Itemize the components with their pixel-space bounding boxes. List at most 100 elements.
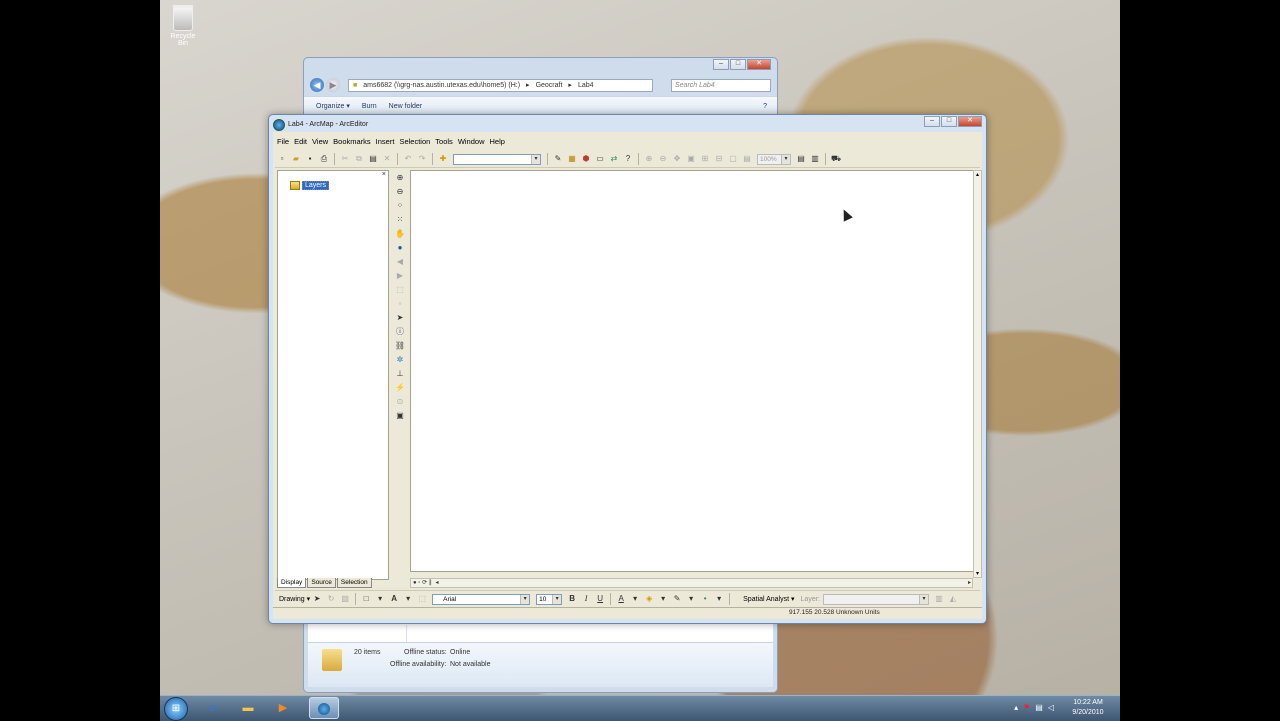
back-extent-icon[interactable]: ◀ <box>395 257 406 268</box>
map-scale-combo[interactable]: ▾ <box>453 153 541 165</box>
chevron-down-icon[interactable]: ▾ <box>375 594 385 604</box>
clear-selection-icon[interactable]: ▫ <box>395 299 406 310</box>
media-player-icon[interactable]: ▶ <box>268 697 298 719</box>
recycle-bin[interactable]: Recycle Bin <box>165 5 201 47</box>
font-color-icon[interactable]: A <box>616 594 626 604</box>
back-button[interactable]: ◀ <box>310 78 324 92</box>
undo-icon[interactable]: ↶ <box>403 154 413 164</box>
cut-icon[interactable]: ✂ <box>340 154 350 164</box>
chevron-down-icon[interactable]: ▾ <box>403 594 413 604</box>
menu-view[interactable]: View <box>312 137 328 146</box>
rotate-icon[interactable]: ↻ <box>326 594 336 604</box>
text-icon[interactable]: A <box>389 594 399 604</box>
layout-pan-icon[interactable]: ✥ <box>672 154 682 164</box>
menu-insert[interactable]: Insert <box>376 137 395 146</box>
data-view-icon[interactable]: ● <box>413 580 417 586</box>
close-button[interactable]: ✕ <box>958 116 982 127</box>
zoom-100-icon[interactable]: ▤ <box>742 154 752 164</box>
chevron-down-icon[interactable]: ▾ <box>714 594 724 604</box>
zoom-whole-page-icon[interactable]: ▢ <box>728 154 738 164</box>
scroll-right-icon[interactable]: ▸ <box>968 579 971 587</box>
network-icon[interactable]: ▤ <box>1035 703 1043 712</box>
table-of-contents[interactable]: × Layers <box>277 170 389 580</box>
arctoolbox-icon[interactable]: ⬢ <box>581 154 591 164</box>
contour-icon[interactable]: ◭ <box>948 594 958 604</box>
fill-color-icon[interactable]: ◈ <box>644 594 654 604</box>
open-icon[interactable]: ▰ <box>291 154 301 164</box>
close-button[interactable]: ✕ <box>747 59 771 70</box>
maximize-button[interactable]: □ <box>941 116 957 127</box>
drawing-menu[interactable]: Drawing ▾ <box>279 595 310 603</box>
internet-explorer-icon[interactable]: ℯ <box>198 697 228 719</box>
chevron-down-icon[interactable]: ▾ <box>520 594 530 604</box>
zoom-in-icon[interactable]: ⊕ <box>395 173 406 184</box>
help-icon[interactable]: ? <box>763 103 767 110</box>
address-root[interactable]: ams6682 (\\grg-nas.austin.utexas.edu\hom… <box>363 82 520 89</box>
select-elements-icon[interactable]: ➤ <box>395 313 406 324</box>
tab-display[interactable]: Display <box>277 578 307 588</box>
search-input[interactable]: Search Lab4 <box>671 78 771 92</box>
pause-drawing-icon[interactable]: ∥ <box>429 580 432 586</box>
close-icon[interactable]: × <box>382 171 386 178</box>
arccatalog-icon[interactable]: ▦ <box>567 154 577 164</box>
layout-full-extent-icon[interactable]: ▣ <box>686 154 696 164</box>
start-button[interactable]: ⊞ <box>164 697 188 721</box>
layout-zoom-combo[interactable]: 100% ▾ <box>757 153 791 165</box>
menu-selection[interactable]: Selection <box>399 137 430 146</box>
full-extent-icon[interactable]: ● <box>395 243 406 254</box>
clock[interactable]: 10:22 AM 9/20/2010 <box>1060 698 1116 718</box>
forward-extent-icon[interactable]: ▶ <box>395 271 406 282</box>
layout-zoom-in-icon[interactable]: ⊕ <box>644 154 654 164</box>
address-crumb-geocraft[interactable]: Geocraft <box>536 82 563 89</box>
pan-icon[interactable]: ✋ <box>395 229 406 240</box>
layout-view-icon[interactable]: ▫ <box>418 580 420 586</box>
scroll-left-icon[interactable]: ◂ <box>435 580 438 586</box>
layout-fixed-zoom-in-icon[interactable]: ⊞ <box>700 154 710 164</box>
maximize-button[interactable]: □ <box>730 59 746 70</box>
layout-zoom-out-icon[interactable]: ⊖ <box>658 154 668 164</box>
menu-file[interactable]: File <box>277 137 289 146</box>
paste-icon[interactable]: ▤ <box>368 154 378 164</box>
add-data-icon[interactable]: ✚ <box>438 154 448 164</box>
redo-icon[interactable]: ↷ <box>417 154 427 164</box>
identify-icon[interactable]: ⓘ <box>395 327 406 338</box>
edit-vertices-icon[interactable]: ⬚ <box>417 594 427 604</box>
model-builder-icon[interactable]: ⇄ <box>609 154 619 164</box>
font-size-combo[interactable]: 10 ▾ <box>536 593 563 605</box>
bold-button[interactable]: B <box>567 594 577 604</box>
line-color-icon[interactable]: ✎ <box>672 594 682 604</box>
menu-window[interactable]: Window <box>458 137 485 146</box>
minimize-button[interactable]: – <box>924 116 940 127</box>
editor-toolbar-icon[interactable]: ✎ <box>553 154 563 164</box>
chevron-down-icon[interactable]: ▾ <box>531 154 540 164</box>
save-icon[interactable]: ▪ <box>305 154 315 164</box>
chevron-down-icon[interactable]: ▾ <box>686 594 696 604</box>
time-slider-icon[interactable]: ▣ <box>395 411 406 422</box>
marker-color-icon[interactable]: • <box>700 594 710 604</box>
go-to-xy-icon[interactable]: ✲ <box>395 355 406 366</box>
chevron-down-icon[interactable]: ▾ <box>919 594 928 604</box>
new-folder-button[interactable]: New folder <box>389 103 422 110</box>
focus-data-frame-icon[interactable]: ▥ <box>810 154 820 164</box>
layer-combo[interactable]: ▾ <box>823 593 929 605</box>
measure-icon[interactable]: ⊥ <box>395 369 406 380</box>
action-center-flag-icon[interactable]: ⚑ <box>1023 703 1030 712</box>
histogram-icon[interactable]: ▥ <box>934 594 944 604</box>
show-hidden-icons[interactable]: ▴ <box>1014 703 1018 712</box>
chevron-down-icon[interactable]: ▾ <box>781 154 790 164</box>
copy-icon[interactable]: ⧉ <box>354 154 364 164</box>
menu-bookmarks[interactable]: Bookmarks <box>333 137 371 146</box>
vertical-scrollbar[interactable]: ▴ ▾ <box>973 170 982 578</box>
minimize-button[interactable]: – <box>713 59 729 70</box>
layout-fixed-zoom-out-icon[interactable]: ⊟ <box>714 154 724 164</box>
whats-this-icon[interactable]: ? <box>623 154 633 164</box>
scroll-down-icon[interactable]: ▾ <box>974 570 981 577</box>
tab-selection[interactable]: Selection <box>336 578 372 588</box>
new-document-icon[interactable]: ▫ <box>277 154 287 164</box>
arcmap-taskbar-button[interactable] <box>309 697 339 719</box>
scroll-up-icon[interactable]: ▴ <box>974 171 981 178</box>
delete-icon[interactable]: ✕ <box>382 154 392 164</box>
forward-button[interactable]: ▶ <box>326 78 340 92</box>
chevron-down-icon[interactable]: ▾ <box>658 594 668 604</box>
change-layout-icon[interactable]: ⛟ <box>831 154 841 164</box>
